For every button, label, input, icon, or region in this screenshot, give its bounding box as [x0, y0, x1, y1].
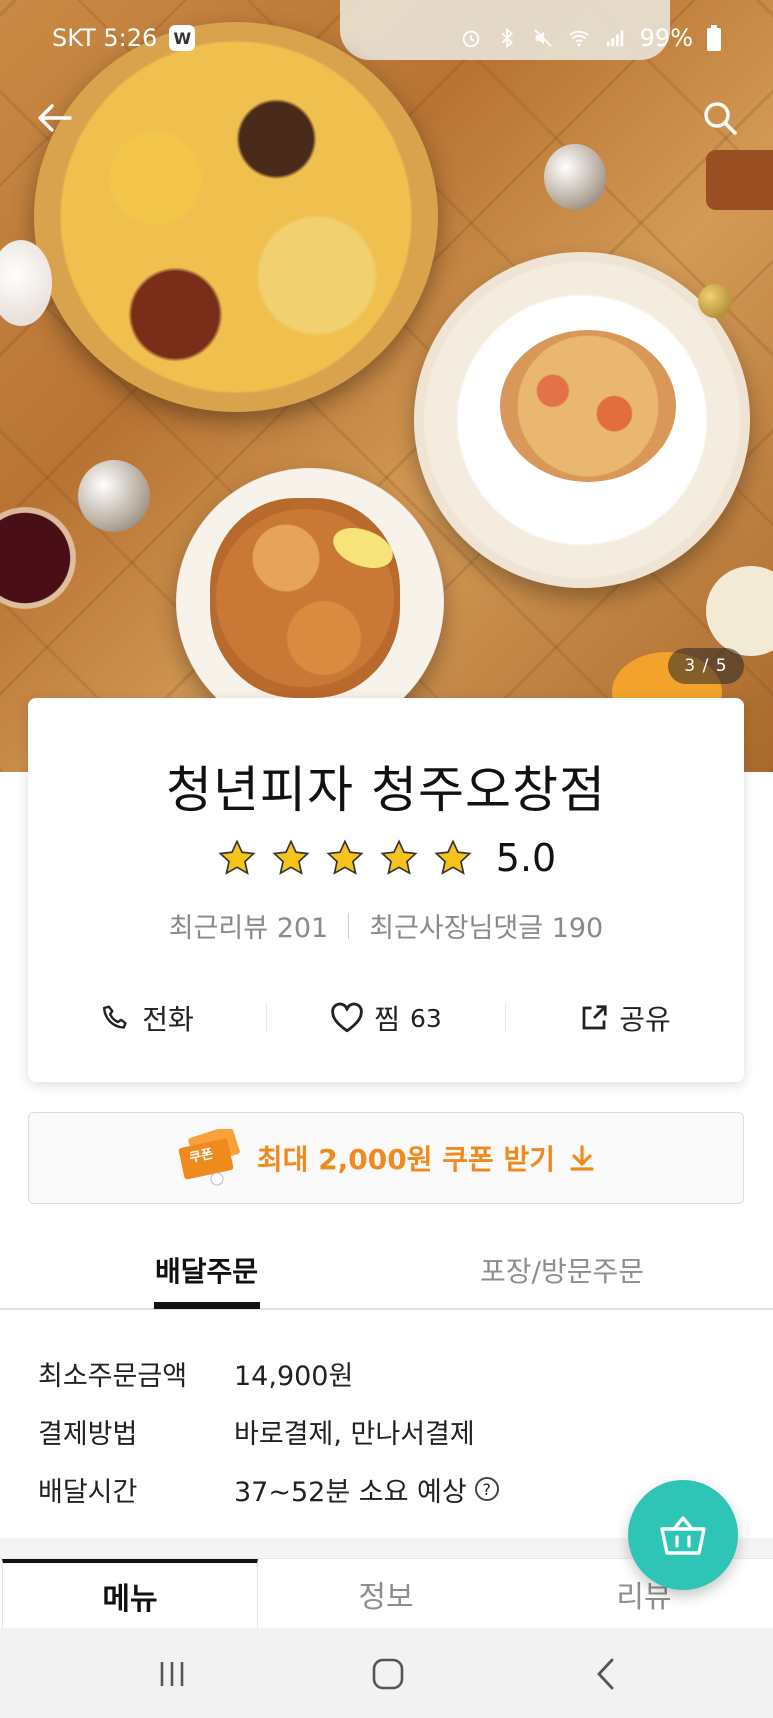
review-stats[interactable]: 최근리뷰 201 최근사장님댓글 190: [28, 906, 744, 945]
recent-apps-button[interactable]: [142, 1652, 202, 1696]
tab-menu[interactable]: 메뉴: [2, 1559, 258, 1629]
signal-icon: [606, 30, 623, 47]
rating-row: 5.0: [28, 836, 744, 880]
rating-value: 5.0: [495, 836, 557, 880]
arrow-left-icon: [38, 104, 72, 132]
status-bar: SKT 5:26 W 99%: [0, 18, 773, 62]
ornament-image: [78, 460, 150, 532]
share-icon: [582, 1005, 607, 1030]
star-icon: [380, 839, 418, 875]
bluetooth-icon: [501, 27, 513, 49]
like-count: 63: [409, 1003, 442, 1033]
recent-review-count[interactable]: 최근리뷰 201: [169, 906, 328, 945]
share-button[interactable]: 공유: [506, 998, 744, 1038]
star-icon: [218, 839, 256, 875]
download-arrow-icon: [570, 1145, 594, 1171]
tab-delivery-order[interactable]: 배달주문: [155, 1250, 258, 1290]
app-notification-icon: W: [169, 25, 196, 51]
store-info-card: 청년피자 청주오창점 5.0 최근리뷰 201 최근사장님댓글 190 전화 찜…: [28, 698, 744, 1082]
status-right: 99%: [460, 24, 721, 52]
pizza-image: [34, 22, 438, 412]
system-back-button[interactable]: [576, 1652, 636, 1696]
coupon-text: 최대 2,000원 쿠폰 받기: [256, 1143, 556, 1176]
call-button[interactable]: 전화: [28, 998, 266, 1038]
basket-icon: [660, 1516, 706, 1555]
status-left: SKT 5:26 W: [52, 24, 196, 52]
call-label: 전화: [142, 1003, 194, 1036]
store-action-row: 전화 찜 63 공유: [28, 988, 744, 1048]
battery-icon: [707, 25, 721, 51]
store-name: 청년피자 청주오창점: [166, 761, 606, 819]
info-label: 배달시간: [38, 1476, 138, 1508]
pickle-dish-image: [706, 566, 773, 656]
question-icon[interactable]: ?: [474, 1477, 499, 1501]
owner-reply-count[interactable]: 최근사장님댓글 190: [369, 906, 603, 945]
coupon-banner[interactable]: 쿠폰 최대 2,000원 쿠폰 받기: [28, 1112, 744, 1204]
delivery-info: 최소주문금액 14,900원 결제방법 바로결제, 만나서결제 배달시간 37~…: [38, 1344, 738, 1518]
divider: [348, 912, 350, 939]
info-label: 최소주문금액: [38, 1360, 188, 1392]
star-icon: [434, 839, 472, 875]
pasta-image: [500, 330, 676, 482]
ornament-image: [698, 284, 732, 318]
mute-icon: [533, 29, 552, 47]
recent-apps-icon: [160, 1662, 184, 1686]
hero-photo[interactable]: [0, 0, 773, 772]
share-label: 공유: [619, 1003, 671, 1036]
system-nav-bar: [0, 1628, 773, 1718]
info-row-payment: 결제방법 바로결제, 만나서결제: [38, 1402, 738, 1460]
star-icon: [326, 839, 364, 875]
coupon-ticket-icon: 쿠폰: [177, 1125, 243, 1187]
heart-icon: [331, 1002, 363, 1033]
photo-page-counter: 3 / 5: [668, 648, 744, 684]
like-label: 찜: [374, 1003, 400, 1036]
carrier-time: SKT 5:26: [52, 24, 158, 52]
wings-image: [210, 498, 400, 698]
star-icon: [272, 839, 310, 875]
order-type-tabs: 배달주문 포장/방문주문: [0, 1236, 773, 1310]
active-tab-indicator: [154, 1302, 260, 1309]
info-value: 바로결제, 만나서결제: [234, 1418, 475, 1450]
wine-glass-image: [0, 498, 80, 618]
cart-button[interactable]: [628, 1480, 738, 1590]
info-label: 결제방법: [38, 1418, 138, 1450]
search-button[interactable]: [694, 92, 746, 144]
ornament-image: [544, 144, 606, 210]
info-value: 14,900원: [234, 1360, 354, 1392]
like-button[interactable]: 찜 63: [267, 998, 505, 1038]
toy-image: [706, 150, 773, 210]
alarm-icon: [462, 30, 479, 48]
back-button[interactable]: [28, 92, 80, 144]
info-value: 37~52분 소요 예상: [234, 1476, 467, 1508]
battery-percent: 99%: [639, 24, 693, 52]
home-icon: [372, 1658, 404, 1690]
chevron-left-icon: [597, 1658, 614, 1690]
tab-info[interactable]: 정보: [258, 1559, 514, 1629]
home-button[interactable]: [358, 1652, 418, 1696]
wifi-icon: [568, 30, 589, 47]
search-icon: [704, 102, 737, 135]
phone-icon: [103, 1005, 127, 1029]
info-row-min-order: 최소주문금액 14,900원: [38, 1344, 738, 1402]
tab-pickup-order[interactable]: 포장/방문주문: [480, 1250, 644, 1290]
